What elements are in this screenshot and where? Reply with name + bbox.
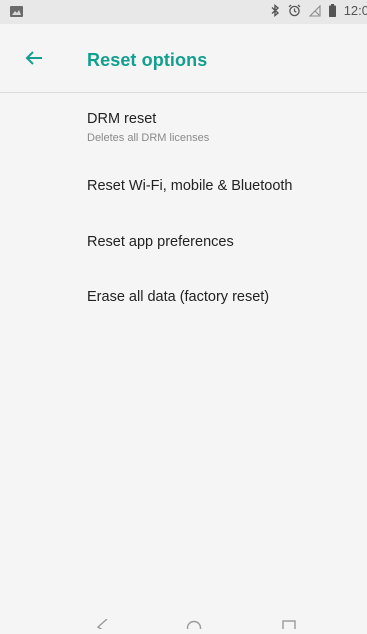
- list-item-reset-app-preferences[interactable]: Reset app preferences: [0, 213, 367, 269]
- status-icons: 12:0: [271, 3, 367, 18]
- clock-time: 12:0: [343, 3, 367, 18]
- list-item-drm-reset[interactable]: DRM reset Deletes all DRM licenses: [0, 93, 367, 157]
- image-icon: [10, 6, 23, 17]
- home-circle-icon[interactable]: [186, 616, 204, 634]
- app-bar: Reset options: [0, 24, 367, 93]
- page-title: Reset options: [87, 50, 208, 70]
- navigation-bar: [0, 604, 367, 634]
- list-item-title: DRM reset: [87, 111, 157, 127]
- back-triangle-icon[interactable]: [96, 616, 114, 634]
- status-bar: 12:0: [0, 0, 367, 24]
- battery-icon: [328, 4, 336, 17]
- list-item-reset-network[interactable]: Reset Wi-Fi, mobile & Bluetooth: [0, 157, 367, 213]
- list-item-subtitle: Deletes all DRM licenses: [87, 132, 210, 144]
- list-item-title: Reset Wi-Fi, mobile & Bluetooth: [87, 178, 293, 194]
- list-item-title: Reset app preferences: [87, 234, 234, 250]
- no-signal-icon: [308, 4, 321, 17]
- list-item-title: Erase all data (factory reset): [87, 289, 270, 305]
- arrow-left-icon: [25, 51, 42, 65]
- list-item-factory-reset[interactable]: Erase all data (factory reset): [0, 269, 367, 325]
- bluetooth-icon: [271, 4, 280, 17]
- recents-square-icon[interactable]: [282, 616, 300, 634]
- alarm-icon: [288, 4, 301, 17]
- back-button[interactable]: [20, 44, 48, 72]
